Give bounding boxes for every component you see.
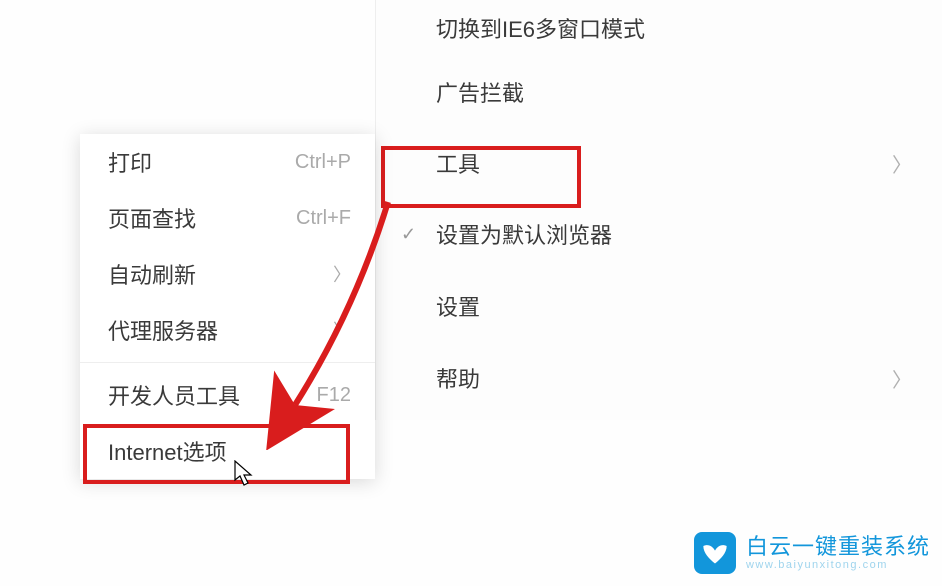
submenu-item-auto-refresh[interactable]: 自动刷新 〉	[80, 246, 375, 302]
menu-item-help[interactable]: 帮助 〉	[376, 342, 942, 414]
submenu-label: Internet选项	[108, 435, 351, 467]
chevron-right-icon: 〉	[333, 261, 351, 287]
main-menu-panel: 切换到IE6多窗口模式 广告拦截 工具 〉 ✓ 设置为默认浏览器 设置 帮助 〉	[375, 0, 942, 420]
menu-label: 设置	[436, 290, 912, 322]
watermark-title: 白云一键重装系统	[746, 535, 930, 559]
watermark: 白云一键重装系统 www.baiyunxitong.com	[694, 532, 930, 574]
menu-label: 设置为默认浏览器	[436, 218, 912, 250]
check-icon: ✓	[401, 224, 416, 245]
tools-submenu: 打印 Ctrl+P 页面查找 Ctrl+F 自动刷新 〉 代理服务器 〉 开发人…	[80, 134, 375, 479]
chevron-right-icon: 〉	[333, 317, 351, 343]
submenu-item-devtools[interactable]: 开发人员工具 F12	[80, 367, 375, 423]
menu-label: 广告拦截	[436, 76, 912, 108]
chevron-right-icon: 〉	[892, 364, 912, 393]
menu-label: 帮助	[436, 362, 892, 394]
submenu-label: 打印	[108, 146, 295, 178]
watermark-url: www.baiyunxitong.com	[746, 559, 930, 571]
menu-item-settings[interactable]: 设置	[376, 270, 942, 342]
shortcut-text: Ctrl+P	[295, 151, 351, 174]
shortcut-text: Ctrl+F	[296, 207, 351, 230]
watermark-logo-icon	[694, 532, 736, 574]
submenu-item-find[interactable]: 页面查找 Ctrl+F	[80, 190, 375, 246]
shortcut-text: F12	[317, 384, 351, 407]
menu-separator	[80, 362, 375, 363]
submenu-label: 开发人员工具	[108, 379, 317, 411]
menu-item-adblock[interactable]: 广告拦截	[376, 56, 942, 128]
chevron-right-icon: 〉	[892, 149, 912, 178]
submenu-item-print[interactable]: 打印 Ctrl+P	[80, 134, 375, 190]
menu-item-switch-mode[interactable]: 切换到IE6多窗口模式	[376, 0, 942, 56]
submenu-label: 页面查找	[108, 202, 296, 234]
watermark-text: 白云一键重装系统 www.baiyunxitong.com	[746, 535, 930, 571]
submenu-item-internet-options[interactable]: Internet选项	[80, 423, 375, 479]
menu-item-tools[interactable]: 工具 〉	[376, 128, 942, 198]
menu-label: 切换到IE6多窗口模式	[436, 12, 912, 44]
menu-label: 工具	[436, 147, 892, 179]
submenu-item-proxy[interactable]: 代理服务器 〉	[80, 302, 375, 358]
submenu-label: 自动刷新	[108, 258, 333, 290]
submenu-label: 代理服务器	[108, 314, 333, 346]
menu-item-set-default[interactable]: ✓ 设置为默认浏览器	[376, 198, 942, 270]
